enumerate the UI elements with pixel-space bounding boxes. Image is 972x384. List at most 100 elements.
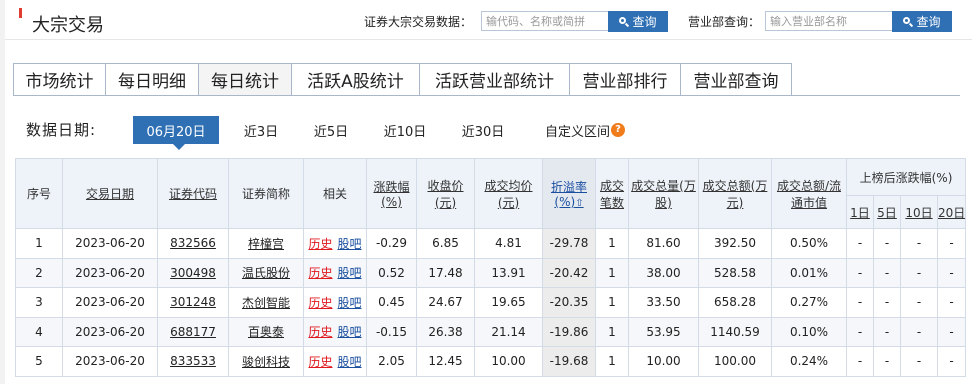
cell-d10: - xyxy=(900,257,938,288)
tab-dept-ranking[interactable]: 营业部排行 xyxy=(570,63,681,96)
page-title: 大宗交易 xyxy=(32,15,104,36)
history-link[interactable]: 历史 xyxy=(308,296,332,310)
header-count[interactable]: 成交笔数 xyxy=(595,158,629,229)
stock-search-input[interactable] xyxy=(481,11,611,31)
cell-avg-price: 21.14 xyxy=(474,316,543,347)
help-icon[interactable]: ? xyxy=(611,123,625,137)
cell-code-link[interactable]: 832566 xyxy=(157,228,229,259)
tab-daily-detail[interactable]: 每日明细 xyxy=(106,63,199,96)
cell-related: 历史 股吧 xyxy=(303,287,367,318)
tab-bar-baseline xyxy=(13,95,960,96)
cell-count: 1 xyxy=(595,287,629,318)
block-trade-table: 序号 交易日期 证券代码 证券简称 相关 涨跌幅(%) 收盘价(元) 成交均价(… xyxy=(15,158,967,377)
cell-code-link[interactable]: 833533 xyxy=(157,346,229,377)
tab-market-stats[interactable]: 市场统计 xyxy=(13,63,106,96)
date-option-3d[interactable]: 近3日 xyxy=(232,116,290,144)
cell-d20: - xyxy=(936,316,967,347)
dept-search-label: 营业部查询： xyxy=(688,15,761,29)
cell-code-link[interactable]: 300498 xyxy=(157,257,229,288)
cell-name: 百奥泰 xyxy=(228,316,304,347)
tab-active-dept-stats[interactable]: 活跃营业部统计 xyxy=(420,63,570,96)
stock-search-button[interactable]: 查询 xyxy=(608,11,668,32)
cell-amount: 658.28 xyxy=(698,287,772,318)
history-link[interactable]: 历史 xyxy=(308,355,332,369)
header-volume[interactable]: 成交总量(万股) xyxy=(628,158,699,229)
header-code[interactable]: 证券代码 xyxy=(157,158,229,229)
cell-d10: - xyxy=(900,316,938,347)
cell-d1: - xyxy=(846,316,874,347)
forum-link[interactable]: 股吧 xyxy=(338,266,362,280)
stock-name-link[interactable]: 杰创智能 xyxy=(242,296,290,310)
cell-d20: - xyxy=(936,287,967,318)
cell-date: 2023-06-20 xyxy=(62,346,158,377)
forum-link[interactable]: 股吧 xyxy=(338,355,362,369)
header-d20[interactable]: 20日 xyxy=(936,195,967,229)
date-option-10d[interactable]: 近10日 xyxy=(372,116,438,144)
cell-related: 历史 股吧 xyxy=(303,257,367,288)
forum-link[interactable]: 股吧 xyxy=(338,296,362,310)
selected-caret-icon xyxy=(172,143,186,150)
header-amount[interactable]: 成交总额(万元) xyxy=(698,158,772,229)
cell-d1: - xyxy=(846,287,874,318)
forum-link[interactable]: 股吧 xyxy=(338,325,362,339)
cell-code-link[interactable]: 688177 xyxy=(157,316,229,347)
cell-d20: - xyxy=(936,346,967,377)
cell-seq: 3 xyxy=(15,287,63,318)
cell-d1: - xyxy=(846,346,874,377)
cell-volume: 33.50 xyxy=(628,287,699,318)
cell-premium: -20.42 xyxy=(542,257,596,288)
tab-daily-stats[interactable]: 每日统计 xyxy=(199,63,292,96)
dept-search-input[interactable] xyxy=(765,11,895,31)
tab-bar: 市场统计 每日明细 每日统计 活跃A股统计 活跃营业部统计 营业部排行 营业部查… xyxy=(13,63,792,96)
header-ratio[interactable]: 成交总额/流通市值 xyxy=(771,158,847,229)
cell-avg-price: 4.81 xyxy=(474,228,543,259)
stock-name-link[interactable]: 百奥泰 xyxy=(248,325,284,339)
left-edge-strip xyxy=(0,0,5,384)
search-icon xyxy=(903,16,913,27)
header-avg-price[interactable]: 成交均价(元) xyxy=(474,158,543,229)
table-body: 1 2023-06-20 832566 梓橦宫 历史 股吧 -0.29 6.85 4.81 -29… xyxy=(15,228,967,377)
header-premium[interactable]: 折溢率(%)⇧ xyxy=(542,158,596,229)
header-close[interactable]: 收盘价(元) xyxy=(416,158,475,229)
history-link[interactable]: 历史 xyxy=(308,237,332,251)
cell-d5: - xyxy=(873,287,901,318)
cell-d1: - xyxy=(846,257,874,288)
history-link[interactable]: 历史 xyxy=(308,325,332,339)
header-after-group: 上榜后涨跌幅(%) xyxy=(845,158,967,196)
cell-change-pct: 0.52 xyxy=(366,257,417,288)
header-d10[interactable]: 10日 xyxy=(900,195,938,229)
tab-dept-query[interactable]: 营业部查询 xyxy=(681,63,792,96)
date-option-30d[interactable]: 近30日 xyxy=(450,116,516,144)
header-d1[interactable]: 1日 xyxy=(846,195,874,229)
cell-avg-price: 19.65 xyxy=(474,287,543,318)
cell-related: 历史 股吧 xyxy=(303,316,367,347)
cell-seq: 5 xyxy=(15,346,63,377)
header-date[interactable]: 交易日期 xyxy=(62,158,158,229)
stock-name-link[interactable]: 骏创科技 xyxy=(242,355,290,369)
stock-name-link[interactable]: 温氏股份 xyxy=(242,266,290,280)
forum-link[interactable]: 股吧 xyxy=(338,237,362,251)
header-d5[interactable]: 5日 xyxy=(873,195,901,229)
cell-avg-price: 10.00 xyxy=(474,346,543,377)
cell-name: 杰创智能 xyxy=(228,287,304,318)
table-row: 3 2023-06-20 301248 杰创智能 历史 股吧 0.45 24.67 19.65-… xyxy=(15,287,967,318)
cell-close: 6.85 xyxy=(416,228,475,259)
dept-search-button-label: 查询 xyxy=(916,15,941,29)
stock-name-link[interactable]: 梓橦宫 xyxy=(248,237,284,251)
date-filter-label: 数据日期: xyxy=(26,121,97,139)
table-row: 4 2023-06-20 688177 百奥泰 历史 股吧 -0.15 26.38 21.14-… xyxy=(15,316,967,347)
cell-d1: - xyxy=(846,228,874,259)
header-change-pct[interactable]: 涨跌幅(%) xyxy=(366,158,417,229)
cell-d10: - xyxy=(900,287,938,318)
cell-premium: -19.86 xyxy=(542,316,596,347)
cell-d20: - xyxy=(936,257,967,288)
dept-search-button[interactable]: 查询 xyxy=(892,11,952,32)
date-option-5d[interactable]: 近5日 xyxy=(302,116,360,144)
date-option-custom[interactable]: 自定义区间 ? xyxy=(535,116,635,144)
date-option-today[interactable]: 06月20日 xyxy=(133,116,219,144)
history-link[interactable]: 历史 xyxy=(308,266,332,280)
cell-code-link[interactable]: 301248 xyxy=(157,287,229,318)
cell-amount: 392.50 xyxy=(698,228,772,259)
cell-seq: 2 xyxy=(15,257,63,288)
tab-active-stock-stats[interactable]: 活跃A股统计 xyxy=(292,63,420,96)
